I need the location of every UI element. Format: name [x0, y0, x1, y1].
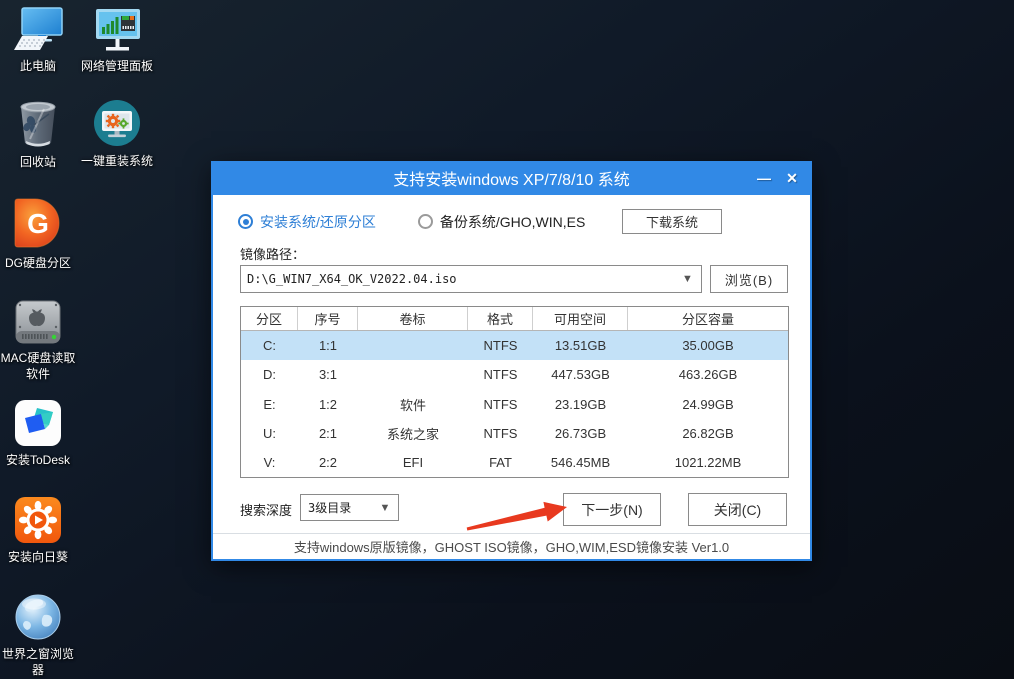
cell: 1021.22MB: [628, 455, 788, 470]
desktop-icon-recycle-bin[interactable]: 回收站: [6, 99, 70, 170]
partition-table-header: 分区 序号 卷标 格式 可用空间 分区容量: [241, 307, 788, 331]
cell: C:: [241, 338, 298, 353]
search-depth-value: 3级目录: [301, 499, 372, 516]
desktop-icon-label: 安装向日葵: [0, 549, 76, 565]
close-dialog-button[interactable]: 关闭(C): [688, 493, 787, 526]
world-browser-icon: [14, 593, 62, 641]
desktop-icon-label: 一键重装系统: [72, 153, 162, 169]
search-depth-select[interactable]: 3级目录 ▼: [300, 494, 399, 521]
sunflower-icon: [14, 496, 62, 544]
search-depth-label: 搜索深度: [240, 500, 292, 519]
cell: 13.51GB: [533, 338, 628, 353]
cell: NTFS: [468, 367, 533, 382]
image-path-input[interactable]: [241, 266, 673, 292]
todesk-icon: [14, 399, 62, 447]
radio-label: 安装系统/还原分区: [260, 212, 376, 232]
col-header: 卷标: [358, 307, 468, 330]
partition-row-u[interactable]: U: 2:1 系统之家 NTFS 26.73GB 26.82GB: [241, 419, 788, 448]
browse-button[interactable]: 浏览(B): [710, 265, 788, 293]
desktop-icon-diskgenius[interactable]: G DG硬盘分区: [0, 196, 76, 271]
cell: 546.45MB: [533, 455, 628, 470]
mac-disk-reader-icon: [13, 299, 63, 345]
download-system-button[interactable]: 下载系统: [622, 209, 722, 234]
desktop-icon-label: 此电脑: [2, 58, 74, 74]
cell: 2:1: [298, 426, 358, 441]
cell: 3:1: [298, 367, 358, 382]
col-header: 可用空间: [533, 307, 628, 330]
cell: D:: [241, 367, 298, 382]
dialog-title: 支持安装windows XP/7/8/10 系统: [393, 166, 630, 190]
desktop-icon-reinstall-system[interactable]: 一键重装系统: [72, 98, 162, 169]
radio-install-restore[interactable]: 安装系统/还原分区: [238, 212, 376, 232]
cell: 26.82GB: [628, 426, 788, 441]
cell: 23.19GB: [533, 397, 628, 412]
footer-support-text: 支持windows原版镜像，GHOST ISO镜像，GHO,WIM,ESD镜像安…: [213, 534, 810, 559]
reinstall-system-icon: [92, 98, 142, 148]
col-header: 分区容量: [628, 307, 788, 330]
image-path-dropdown-icon[interactable]: ▼: [673, 266, 701, 292]
desktop-icon-sunflower[interactable]: 安装向日葵: [0, 496, 76, 565]
desktop-icon-label: 世界之窗浏览器: [0, 646, 76, 678]
image-path-label: 镜像路径：: [240, 244, 305, 263]
close-icon[interactable]: ✕: [778, 161, 806, 195]
cell: 24.99GB: [628, 397, 788, 412]
col-header: 格式: [468, 307, 533, 330]
cell: NTFS: [468, 397, 533, 412]
cell: 系统之家: [358, 424, 468, 443]
diskgenius-icon: G: [11, 196, 65, 250]
desktop-icon-todesk[interactable]: 安装ToDesk: [0, 399, 76, 468]
dialog-titlebar: 支持安装windows XP/7/8/10 系统 — ✕: [211, 161, 812, 195]
network-panel-icon: [90, 5, 144, 53]
recycle-bin-icon: [16, 99, 60, 149]
next-step-button[interactable]: 下一步(N): [563, 493, 661, 526]
radio-selected-icon: [238, 214, 253, 229]
chevron-down-icon: ▼: [372, 502, 398, 514]
cell: U:: [241, 426, 298, 441]
partition-table: 分区 序号 卷标 格式 可用空间 分区容量 C: 1:1 NTFS 13.51G…: [240, 306, 789, 478]
installer-dialog: 支持安装windows XP/7/8/10 系统 — ✕ 安装系统/还原分区 备…: [211, 161, 812, 561]
cell: NTFS: [468, 426, 533, 441]
desktop-icon-mac-disk-reader[interactable]: MAC硬盘读取软件: [0, 299, 76, 382]
cell: 软件: [358, 395, 468, 414]
radio-label: 备份系统/GHO,WIN,ES: [440, 212, 585, 232]
desktop-icon-world-browser[interactable]: 世界之窗浏览器: [0, 593, 76, 678]
cell: 26.73GB: [533, 426, 628, 441]
cell: NTFS: [468, 338, 533, 353]
partition-row-d[interactable]: D: 3:1 NTFS 447.53GB 463.26GB: [241, 360, 788, 389]
partition-row-v[interactable]: V: 2:2 EFI FAT 546.45MB 1021.22MB: [241, 448, 788, 477]
cell: 1:2: [298, 397, 358, 412]
cell: 35.00GB: [628, 338, 788, 353]
desktop-icon-label: MAC硬盘读取软件: [0, 350, 76, 382]
partition-row-c[interactable]: C: 1:1 NTFS 13.51GB 35.00GB: [241, 331, 788, 360]
cell: 1:1: [298, 338, 358, 353]
col-header: 序号: [298, 307, 358, 330]
cell: 447.53GB: [533, 367, 628, 382]
col-header: 分区: [241, 307, 298, 330]
desktop-icon-label: 网络管理面板: [74, 58, 160, 74]
cell: EFI: [358, 455, 468, 470]
cell: V:: [241, 455, 298, 470]
desktop-icon-this-pc[interactable]: 此电脑: [2, 5, 74, 74]
desktop-icon-label: 安装ToDesk: [0, 452, 76, 468]
minimize-icon[interactable]: —: [750, 161, 778, 195]
cell: FAT: [468, 455, 533, 470]
desktop-icon-network-panel[interactable]: 网络管理面板: [74, 5, 160, 74]
cell: 463.26GB: [628, 367, 788, 382]
desktop-icon-label: 回收站: [6, 154, 70, 170]
image-path-box: ▼: [240, 265, 702, 293]
this-pc-icon: [12, 5, 64, 53]
mode-radio-group: 安装系统/还原分区 备份系统/GHO,WIN,ES: [238, 209, 585, 234]
dialog-body: 安装系统/还原分区 备份系统/GHO,WIN,ES 下载系统 镜像路径： ▼ 浏…: [211, 195, 812, 561]
radio-backup[interactable]: 备份系统/GHO,WIN,ES: [418, 212, 585, 232]
radio-unselected-icon: [418, 214, 433, 229]
cell: 2:2: [298, 455, 358, 470]
svg-text:G: G: [27, 208, 49, 239]
cell: E:: [241, 397, 298, 412]
desktop-icon-label: DG硬盘分区: [0, 255, 76, 271]
partition-row-e[interactable]: E: 1:2 软件 NTFS 23.19GB 24.99GB: [241, 389, 788, 418]
